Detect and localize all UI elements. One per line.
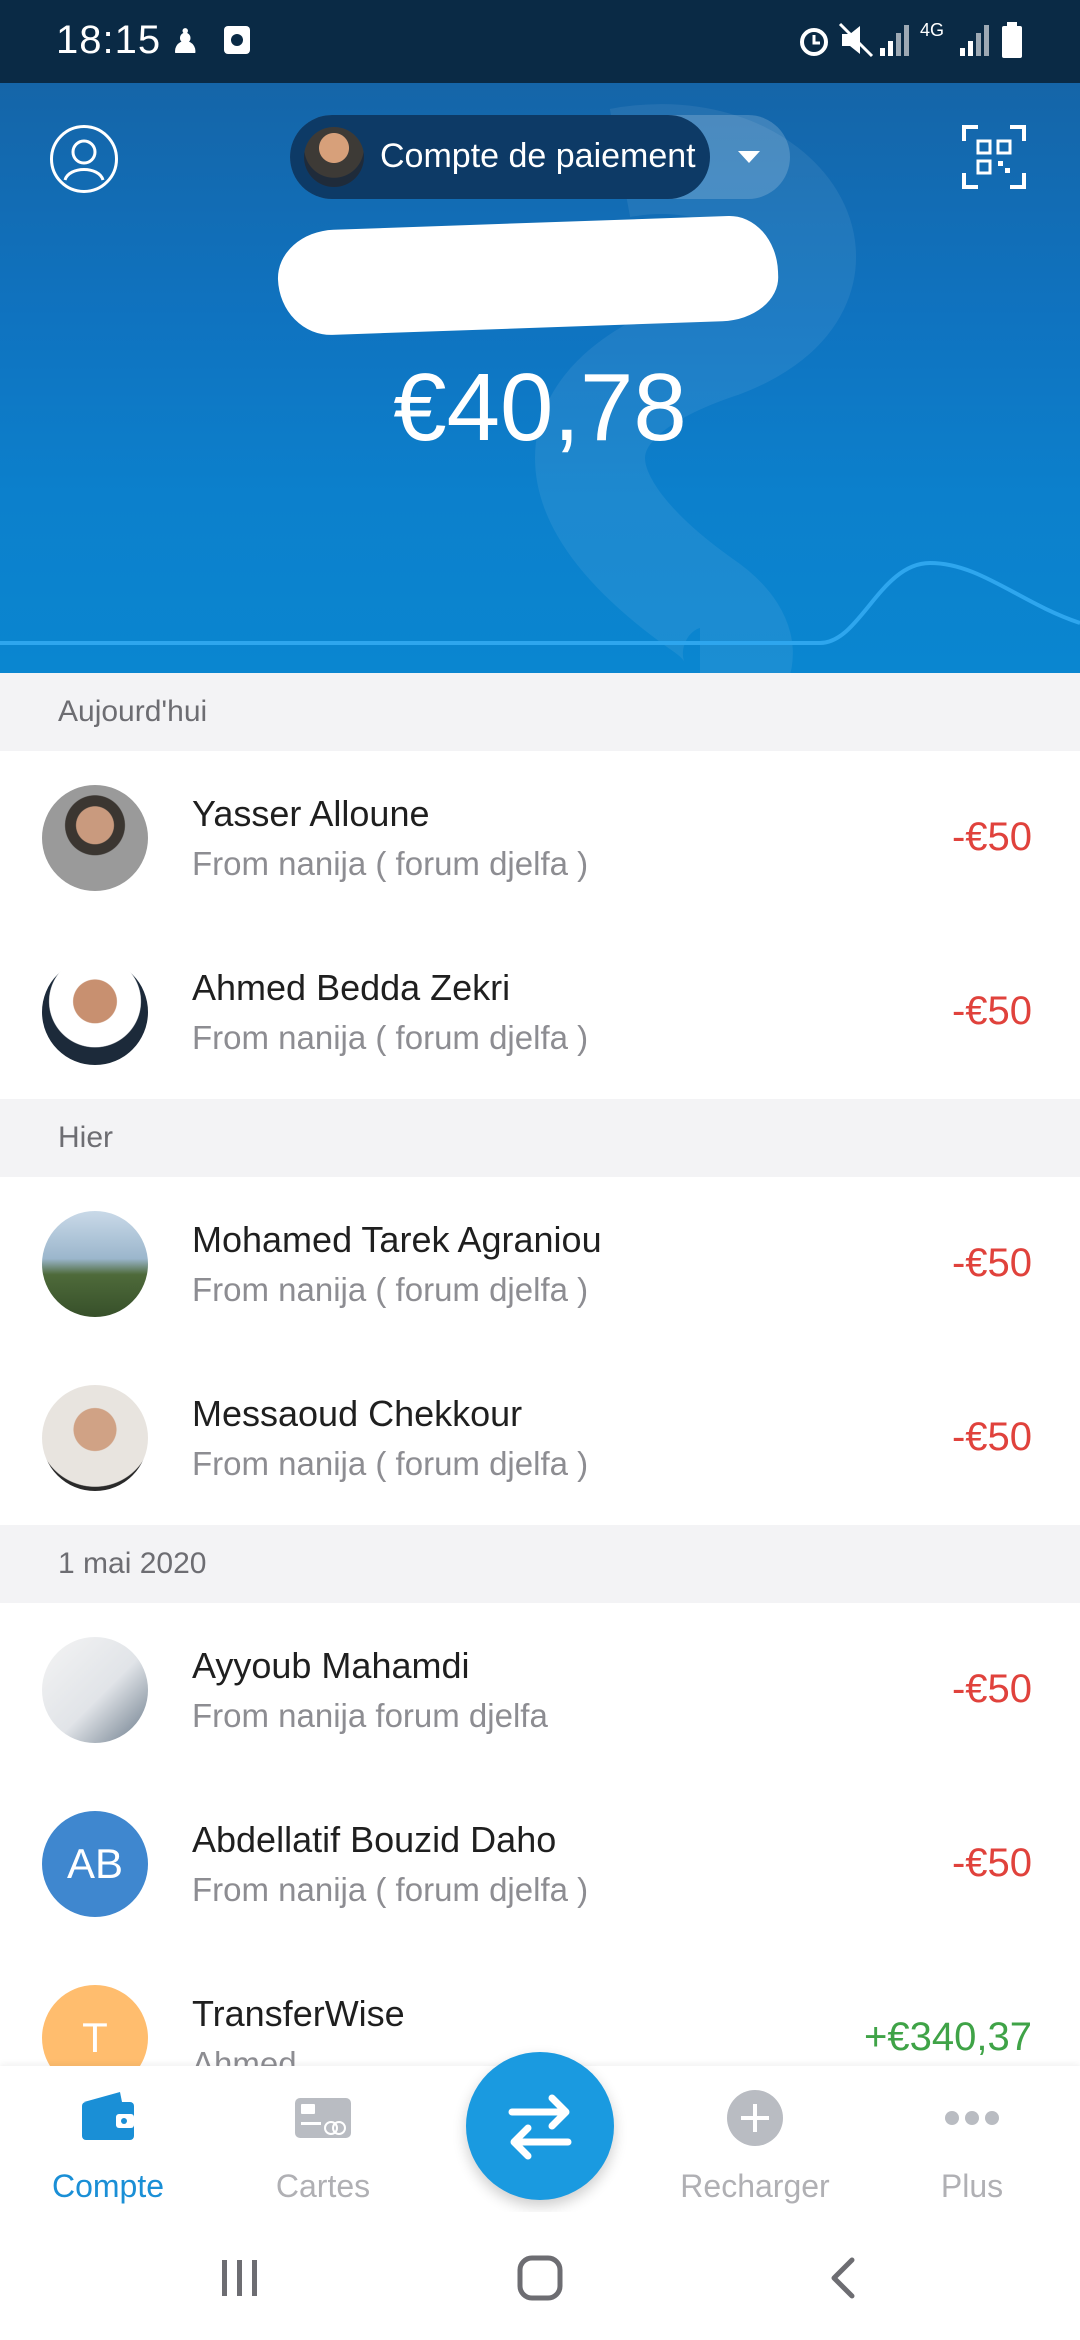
section-header-today: Aujourd'hui xyxy=(0,673,1080,751)
transaction-amount: -€50 xyxy=(951,989,1032,1033)
transaction-note: From nanija ( forum djelfa ) xyxy=(192,1445,589,1482)
transaction-note: From nanija ( forum djelfa ) xyxy=(192,845,589,882)
avatar: AB xyxy=(42,1811,148,1917)
battery-icon xyxy=(1000,22,1024,69)
home-icon[interactable] xyxy=(512,2252,568,2304)
avatar xyxy=(42,1637,148,1743)
avatar: T xyxy=(42,1985,148,2066)
signal-icon xyxy=(878,22,912,67)
transaction-note: From nanija ( forum djelfa ) xyxy=(192,1019,589,1056)
nav-plus[interactable]: Plus xyxy=(872,2086,1072,2205)
transfer-arrows-icon xyxy=(508,2094,572,2160)
4g-icon: 4G xyxy=(920,20,945,40)
qr-code-button[interactable] xyxy=(960,123,1028,191)
account-avatar xyxy=(304,127,364,187)
transaction-amount: +€340,37 xyxy=(864,2015,1032,2059)
avatar xyxy=(42,959,148,1065)
transaction-row[interactable]: Yasser Alloune From nanija ( forum djelf… xyxy=(0,751,1080,925)
transaction-amount: -€50 xyxy=(951,1667,1032,1711)
transaction-note: From nanija ( forum djelfa ) xyxy=(192,1871,589,1908)
transaction-name: Abdellatif Bouzid Daho xyxy=(192,1819,557,1860)
chevron-down-icon xyxy=(738,151,760,163)
transaction-note: From nanija forum djelfa xyxy=(192,1697,548,1734)
alarm-icon xyxy=(796,22,832,67)
transaction-name: TransferWise xyxy=(192,1993,405,2034)
account-label: Compte de paiement xyxy=(380,137,696,175)
nav-label: Plus xyxy=(940,2168,1004,2204)
transaction-row[interactable]: Ayyoub Mahamdi From nanija forum djelfa … xyxy=(0,1603,1080,1777)
transaction-row[interactable]: Messaoud Chekkour From nanija ( forum dj… xyxy=(0,1351,1080,1525)
nav-cartes[interactable]: Cartes xyxy=(223,2086,423,2205)
user-icon xyxy=(63,139,105,181)
account-balance: €40,78 xyxy=(393,354,687,461)
avatar xyxy=(42,785,148,891)
wallet-icon xyxy=(82,2092,134,2140)
nav-label: Recharger xyxy=(680,2168,830,2204)
transaction-name: Mohamed Tarek Agraniou xyxy=(192,1219,602,1260)
signal-icon xyxy=(958,22,992,67)
balance-trend-line xyxy=(0,560,1080,645)
cards-icon xyxy=(295,2098,351,2138)
transaction-amount: -€50 xyxy=(951,815,1032,859)
transaction-row[interactable]: Mohamed Tarek Agraniou From nanija ( for… xyxy=(0,1177,1080,1351)
transaction-row[interactable]: Ahmed Bedda Zekri From nanija ( forum dj… xyxy=(0,925,1080,1099)
more-dots-icon xyxy=(945,2111,999,2125)
nav-compte[interactable]: Compte xyxy=(8,2086,208,2205)
camera-icon xyxy=(222,24,252,65)
system-nav-bar xyxy=(0,2212,1080,2340)
mute-icon xyxy=(838,22,874,67)
qr-code-icon xyxy=(962,125,1026,189)
transaction-name: Ayyoub Mahamdi xyxy=(192,1645,470,1686)
profile-button[interactable] xyxy=(50,125,118,193)
transaction-list: Aujourd'hui Yasser Alloune From nanija (… xyxy=(0,673,1080,2066)
transaction-name: Messaoud Chekkour xyxy=(192,1393,523,1434)
account-header: Compte de paiement €40,78 xyxy=(0,83,1080,673)
transaction-name: Yasser Alloune xyxy=(192,793,430,834)
account-selector[interactable]: Compte de paiement xyxy=(290,115,790,199)
transaction-row[interactable]: AB Abdellatif Bouzid Daho From nanija ( … xyxy=(0,1777,1080,1951)
avatar xyxy=(42,1385,148,1491)
section-header-date: 1 mai 2020 xyxy=(0,1525,1080,1603)
recent-apps-icon[interactable] xyxy=(210,2256,270,2300)
person-icon: ♟ xyxy=(170,23,201,61)
transaction-name: Ahmed Bedda Zekri xyxy=(192,967,511,1008)
redacted-name xyxy=(276,214,780,337)
transaction-amount: -€50 xyxy=(951,1241,1032,1285)
nav-recharger[interactable]: Recharger xyxy=(655,2086,855,2205)
avatar-initials: T xyxy=(82,2014,108,2061)
transaction-note: From nanija ( forum djelfa ) xyxy=(192,1271,589,1308)
status-time: 18:15 xyxy=(56,18,162,62)
transfer-button[interactable] xyxy=(466,2052,614,2200)
transaction-amount: -€50 xyxy=(951,1841,1032,1885)
transaction-amount: -€50 xyxy=(951,1415,1032,1459)
avatar xyxy=(42,1211,148,1317)
status-bar: 18:15 ♟ 4G xyxy=(0,0,1080,83)
nav-label: Compte xyxy=(51,2168,165,2204)
avatar-initials: AB xyxy=(66,1840,124,1887)
plus-circle-icon xyxy=(727,2090,783,2146)
section-header-yesterday: Hier xyxy=(0,1099,1080,1177)
back-icon[interactable] xyxy=(820,2254,868,2302)
transaction-note: Ahmed xyxy=(192,2045,297,2066)
transaction-row[interactable]: T TransferWise Ahmed +€340,37 xyxy=(0,1951,1080,2066)
nav-label: Cartes xyxy=(275,2168,371,2204)
